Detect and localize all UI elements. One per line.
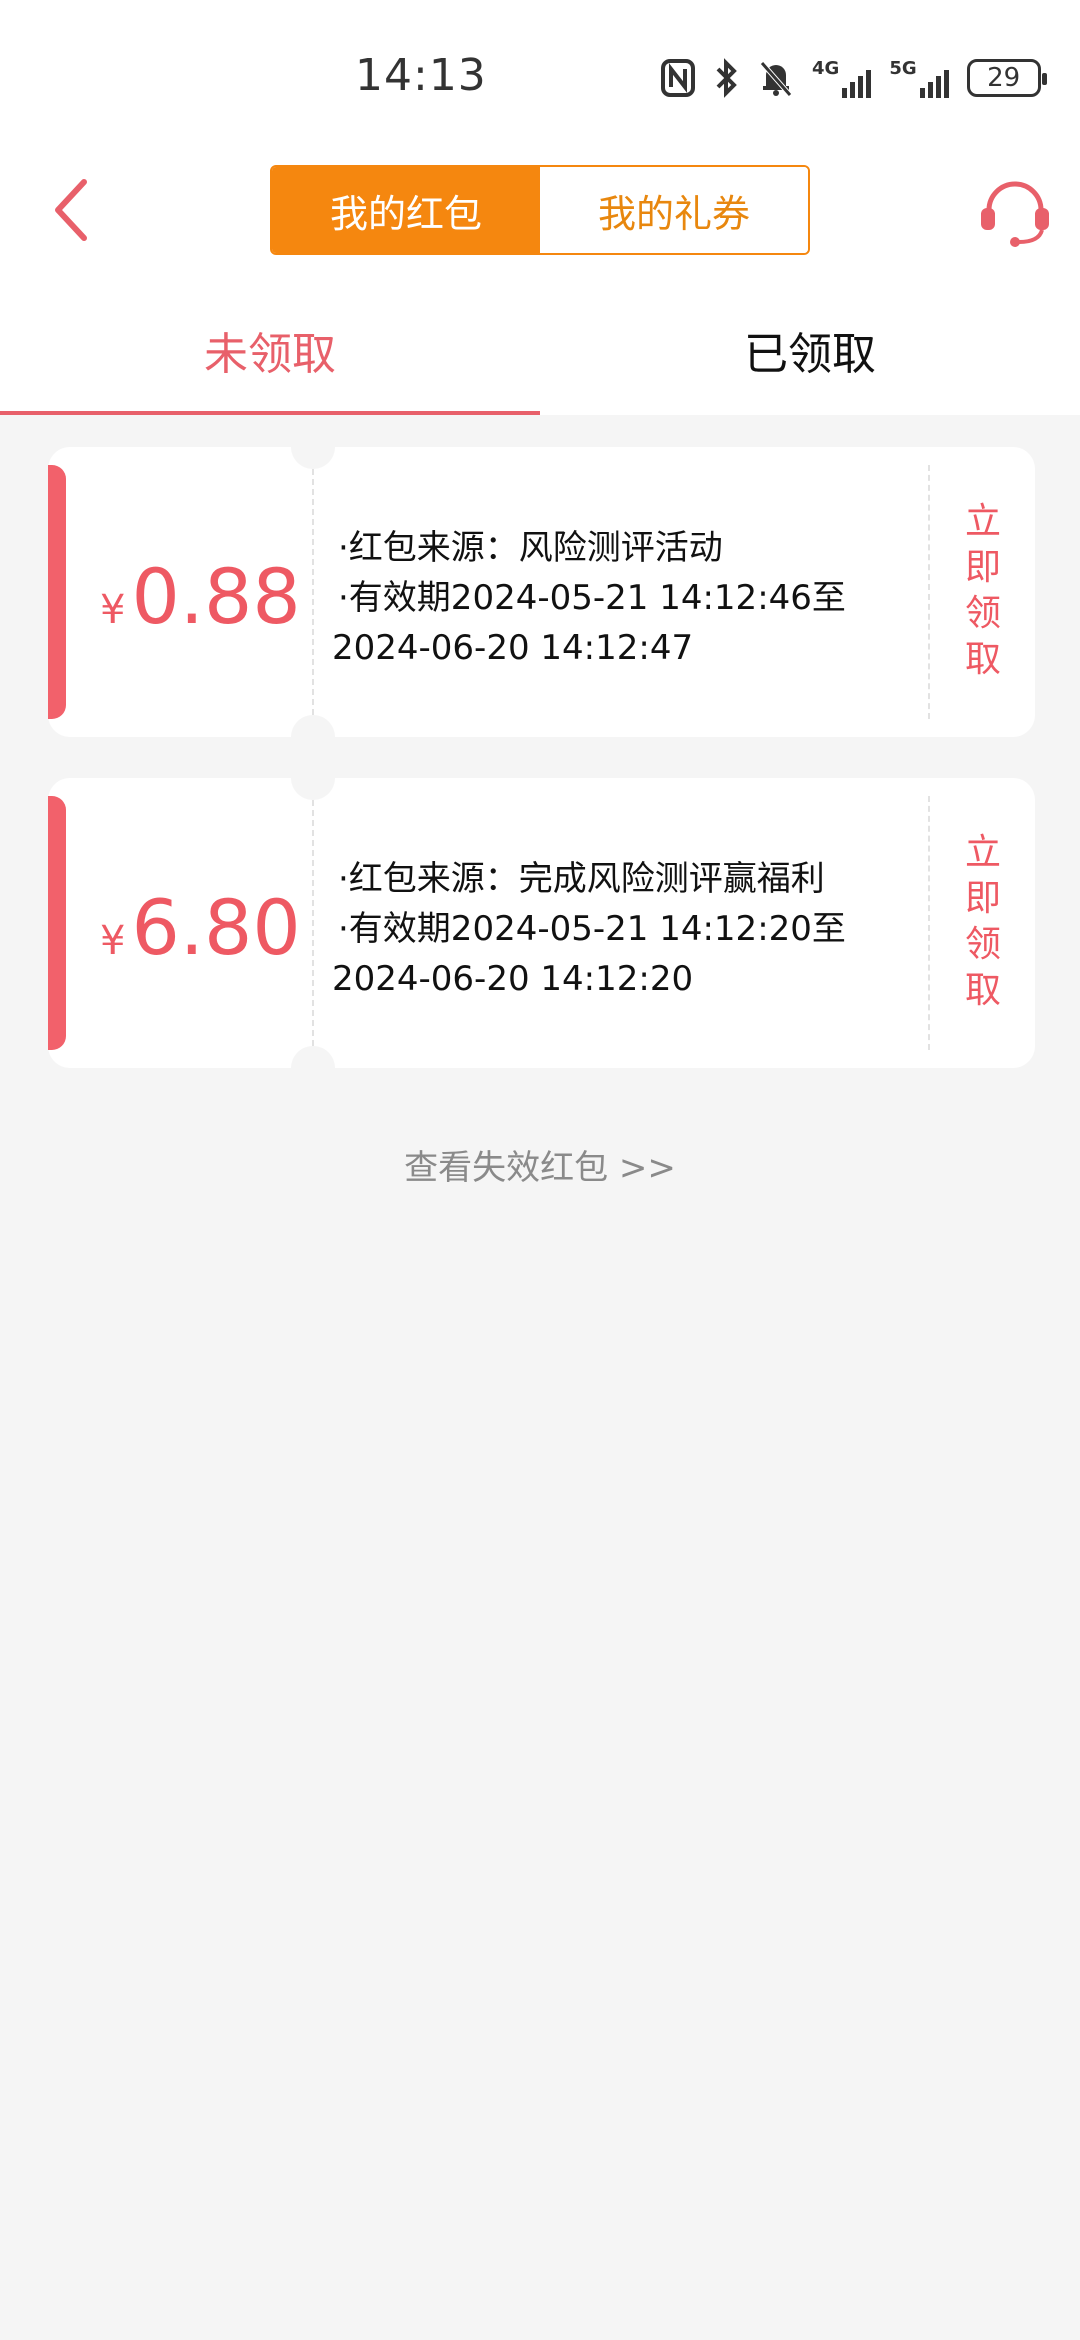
red-packet-info: ·红包来源：风险测评活动 ·有效期2024-05-21 14:12:46至 20… xyxy=(332,523,918,673)
red-packet-info: ·红包来源：完成风险测评赢福利 ·有效期2024-05-21 14:12:20至… xyxy=(332,854,918,1004)
claim-button-char: 取 xyxy=(964,970,1001,1011)
card-divider xyxy=(312,469,314,715)
tab-claimed[interactable]: 已领取 xyxy=(540,318,1080,382)
card-notch xyxy=(291,1046,335,1068)
status-icons: 4G 5G 29 xyxy=(660,56,1047,100)
red-packet-amount: ¥ 6.80 xyxy=(100,883,310,972)
customer-service-button[interactable] xyxy=(975,178,1055,248)
amount-value: 0.88 xyxy=(131,552,301,641)
red-packet-source: ·红包来源：风险测评活动 xyxy=(338,528,723,568)
tab-unclaimed[interactable]: 未领取 xyxy=(0,318,540,382)
segment-control: 我的红包 我的礼券 xyxy=(270,165,810,255)
claim-button-char: 立 xyxy=(964,501,1001,542)
red-packet-validity-end: 2024-06-20 14:12:47 xyxy=(332,628,694,668)
red-packet-card: ¥ 6.80 ·红包来源：完成风险测评赢福利 ·有效期2024-05-21 14… xyxy=(48,778,1035,1068)
red-packet-card: ¥ 0.88 ·红包来源：风险测评活动 ·有效期2024-05-21 14:12… xyxy=(48,447,1035,737)
network-5g-label: 5G xyxy=(889,58,917,79)
currency-symbol: ¥ xyxy=(100,918,126,964)
currency-symbol: ¥ xyxy=(100,587,126,633)
card-accent-stripe xyxy=(48,796,66,1050)
bluetooth-icon xyxy=(716,58,737,98)
claim-button-char: 取 xyxy=(964,639,1001,680)
card-notch xyxy=(291,778,335,800)
back-button[interactable] xyxy=(40,170,100,250)
network-4g-label: 4G xyxy=(812,58,840,79)
headset-icon xyxy=(981,181,1049,247)
nfc-icon xyxy=(661,59,695,97)
tab-active-indicator xyxy=(0,411,540,415)
claim-button-char: 立 xyxy=(964,832,1001,873)
claim-now-button[interactable]: 立即领取 xyxy=(953,830,1013,1014)
view-expired-link[interactable]: 查看失效红包 >> xyxy=(0,1140,1080,1189)
card-divider xyxy=(928,796,930,1050)
battery-icon: 29 xyxy=(966,59,1047,97)
card-divider xyxy=(312,800,314,1046)
claim-button-char: 即 xyxy=(964,547,1001,588)
4g-signal-icon: 4G xyxy=(812,58,872,98)
red-packet-amount: ¥ 0.88 xyxy=(100,552,310,641)
segment-my-red-packets[interactable]: 我的红包 xyxy=(272,167,540,253)
card-accent-stripe xyxy=(48,465,66,719)
claim-button-char: 领 xyxy=(964,924,1001,965)
card-divider xyxy=(928,465,930,719)
red-packet-validity: ·有效期2024-05-21 14:12:20至 xyxy=(338,909,846,949)
mute-bell-icon xyxy=(760,61,792,97)
card-notch xyxy=(291,447,335,469)
claim-button-char: 即 xyxy=(964,878,1001,919)
claim-now-button[interactable]: 立即领取 xyxy=(953,499,1013,683)
red-packet-validity: ·有效期2024-05-21 14:12:46至 xyxy=(338,578,846,618)
5g-signal-icon: 5G xyxy=(889,58,949,98)
amount-value: 6.80 xyxy=(131,883,301,972)
claim-button-char: 领 xyxy=(964,593,1001,634)
card-notch xyxy=(291,715,335,737)
chevron-left-icon xyxy=(55,179,87,241)
segment-my-gift-coupons[interactable]: 我的礼券 xyxy=(540,167,808,253)
battery-level: 29 xyxy=(987,63,1021,93)
red-packet-validity-end: 2024-06-20 14:12:20 xyxy=(332,959,694,999)
status-time: 14:13 xyxy=(355,50,487,101)
red-packet-source: ·红包来源：完成风险测评赢福利 xyxy=(338,859,825,899)
